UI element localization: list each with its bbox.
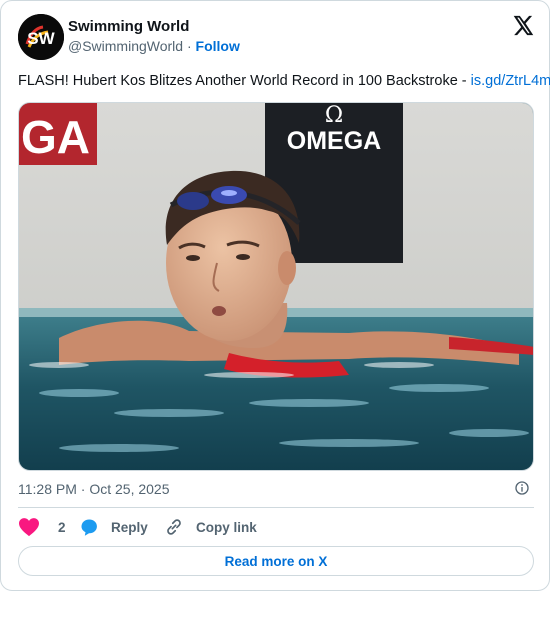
tweet-photo[interactable]: GA Ω OMEGA bbox=[18, 102, 534, 471]
handle-line: @SwimmingWorld · Follow bbox=[68, 37, 240, 55]
copy-link-label: Copy link bbox=[196, 519, 257, 535]
reply-bubble-icon bbox=[81, 519, 97, 536]
separator-dot: · bbox=[186, 38, 192, 54]
reply-button[interactable]: Reply bbox=[79, 515, 148, 539]
handle[interactable]: @SwimmingWorld bbox=[68, 38, 183, 54]
tweet-meta: 11:28 PM · Oct 25, 2025 bbox=[18, 480, 534, 498]
embedded-tweet-card: SW Swimming World @SwimmingWorld · Follo… bbox=[0, 0, 550, 591]
omega-symbol: Ω bbox=[325, 103, 343, 128]
display-name[interactable]: Swimming World bbox=[68, 18, 240, 36]
heart-icon bbox=[19, 518, 39, 537]
avatar-letters: SW bbox=[27, 29, 55, 48]
read-more-button[interactable]: Read more on X bbox=[18, 546, 534, 576]
like-count: 2 bbox=[58, 519, 66, 535]
like-button[interactable]: 2 bbox=[18, 515, 66, 539]
divider bbox=[18, 507, 534, 508]
info-icon[interactable] bbox=[514, 480, 530, 496]
swimmer-photo: GA Ω OMEGA bbox=[19, 103, 533, 470]
follow-button[interactable]: Follow bbox=[196, 38, 240, 54]
copy-link-button[interactable]: Copy link bbox=[164, 515, 257, 539]
tweet-link[interactable]: is.gd/ZtrL4m bbox=[471, 73, 550, 89]
tweet-actions: 2 Reply Copy link bbox=[18, 515, 534, 539]
banner-right-text: OMEGA bbox=[287, 127, 381, 155]
tweet-timestamp[interactable]: 11:28 PM · Oct 25, 2025 bbox=[18, 481, 170, 497]
avatar-logo: SW bbox=[18, 14, 64, 60]
tweet-body: FLASH! Hubert Kos Blitzes Another World … bbox=[18, 73, 471, 89]
banner-left-text: GA bbox=[21, 111, 90, 163]
user-info: Swimming World @SwimmingWorld · Follow bbox=[68, 18, 240, 55]
reply-label: Reply bbox=[111, 519, 148, 535]
tweet-header: SW Swimming World @SwimmingWorld · Follo… bbox=[18, 14, 534, 60]
x-logo-icon[interactable] bbox=[511, 14, 534, 37]
tweet-text: FLASH! Hubert Kos Blitzes Another World … bbox=[18, 72, 550, 90]
link-icon bbox=[167, 519, 181, 535]
avatar[interactable]: SW bbox=[18, 14, 64, 60]
